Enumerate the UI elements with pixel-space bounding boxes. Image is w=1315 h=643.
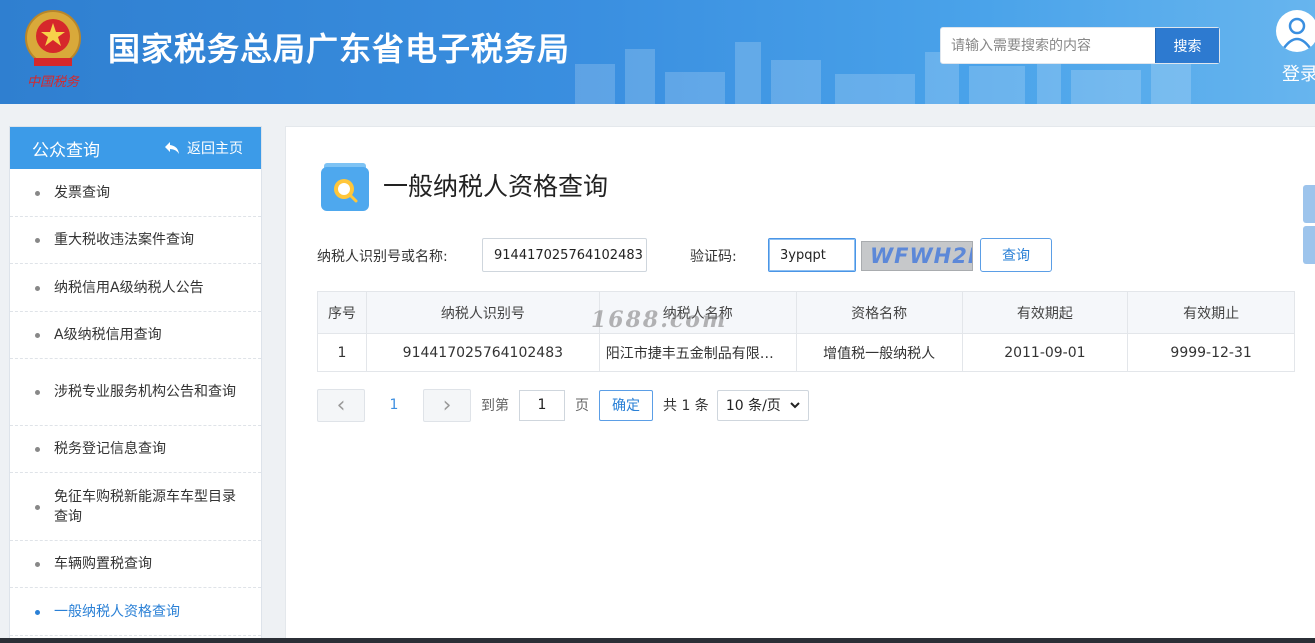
tax-emblem-icon: 中国税务 (25, 10, 81, 90)
next-page-button[interactable]: › (423, 388, 471, 422)
sidebar-item-invoice[interactable]: 发票查询 (10, 169, 261, 217)
col-header-qualification: 资格名称 (795, 291, 963, 334)
back-home-label: 返回主页 (187, 141, 243, 157)
captcha-label: 验证码: (690, 249, 737, 265)
goto-prefix: 到第 (481, 398, 509, 414)
site-title: 国家税务总局广东省电子税务局 (108, 30, 571, 68)
prev-page-button[interactable]: ‹ (317, 388, 365, 422)
float-tool-1[interactable] (1303, 185, 1315, 223)
cell-valid-from: 2011-09-01 (961, 333, 1129, 372)
col-header-index: 序号 (317, 291, 367, 334)
back-arrow-icon (165, 142, 179, 154)
floating-toolbar (1303, 185, 1315, 265)
query-button[interactable]: 查询 (980, 238, 1052, 272)
search-input[interactable] (941, 28, 1155, 63)
col-header-valid-from: 有效期起 (961, 291, 1129, 334)
sidebar: 公众查询 返回主页 发票查询 重大税收违法案件查询 纳税信用A级纳税人公告 A级… (9, 126, 262, 643)
sidebar-item-a-level-notice[interactable]: 纳税信用A级纳税人公告 (10, 264, 261, 312)
sidebar-item-service-agency[interactable]: 涉税专业服务机构公告和查询 (10, 359, 261, 426)
sidebar-item-vehicle-tax[interactable]: 车辆购置税查询 (10, 541, 261, 588)
search-box: 搜索 (940, 27, 1220, 64)
search-button[interactable]: 搜索 (1155, 28, 1219, 63)
site-header: 中国税务 国家税务总局广东省电子税务局 搜索 登录 (0, 0, 1315, 104)
taxpayer-label: 纳税人识别号或名称: (317, 249, 448, 265)
col-header-valid-to: 有效期止 (1127, 291, 1295, 334)
results-table: 序号 纳税人识别号 纳税人名称 资格名称 有效期起 有效期止 1 9144170… (317, 291, 1295, 372)
login-label: 登录 (1282, 64, 1315, 85)
sidebar-header: 公众查询 返回主页 (10, 127, 261, 169)
col-header-taxpayer-id: 纳税人识别号 (365, 291, 600, 334)
page-size-select[interactable]: 10 条/页 (716, 389, 809, 421)
goto-page-input[interactable]: 1 (519, 389, 565, 421)
captcha-input[interactable]: 3ypqpt (768, 238, 856, 272)
taskbar-strip (0, 638, 1315, 643)
sidebar-title: 公众查询 (32, 140, 100, 161)
pagination: ‹ 1 › 到第 1 页 确定 共 1 条 10 条/页 (317, 388, 809, 422)
login-button[interactable]: 登录 (1276, 10, 1315, 90)
taxpayer-input[interactable]: 914417025764102483 (482, 238, 647, 272)
svg-text:中国税务: 中国税务 (27, 75, 80, 90)
cell-index: 1 (317, 333, 367, 372)
sidebar-item-registration[interactable]: 税务登记信息查询 (10, 426, 261, 473)
page-number[interactable]: 1 (365, 397, 423, 413)
sidebar-item-major-violation[interactable]: 重大税收违法案件查询 (10, 217, 261, 264)
cell-qualification: 增值税一般纳税人 (795, 333, 963, 372)
total-count: 共 1 条 (663, 398, 709, 414)
sidebar-item-a-level-query[interactable]: A级纳税信用查询 (10, 312, 261, 359)
captcha-image[interactable]: WFWH2N (861, 241, 973, 271)
goto-confirm-button[interactable]: 确定 (599, 389, 653, 421)
table-header-row: 序号 纳税人识别号 纳税人名称 资格名称 有效期起 有效期止 (317, 291, 1295, 334)
watermark: 1688.com (591, 307, 728, 333)
sidebar-item-ev-catalog[interactable]: 免征车购税新能源车车型目录查询 (10, 473, 261, 541)
user-icon (1276, 10, 1315, 52)
sidebar-item-general-taxpayer[interactable]: 一般纳税人资格查询 (10, 588, 261, 636)
float-tool-2[interactable] (1303, 226, 1315, 264)
captcha-text: WFWH2N (870, 244, 972, 268)
goto-suffix: 页 (575, 398, 589, 414)
cell-taxpayer-id: 914417025764102483 (365, 333, 600, 372)
search-document-icon (321, 163, 369, 211)
page-size-value: 10 条/页 (725, 398, 781, 414)
main-panel: 一般纳税人资格查询 纳税人识别号或名称: 914417025764102483 … (285, 126, 1315, 643)
back-home-link[interactable]: 返回主页 (164, 138, 243, 158)
cell-taxpayer-name: 阳江市捷丰五金制品有限… (598, 333, 797, 372)
cell-valid-to: 9999-12-31 (1127, 333, 1295, 372)
page-title: 一般纳税人资格查询 (383, 172, 609, 201)
chevron-down-icon (790, 401, 800, 408)
table-row: 1 914417025764102483 阳江市捷丰五金制品有限… 增值税一般纳… (317, 333, 1295, 372)
